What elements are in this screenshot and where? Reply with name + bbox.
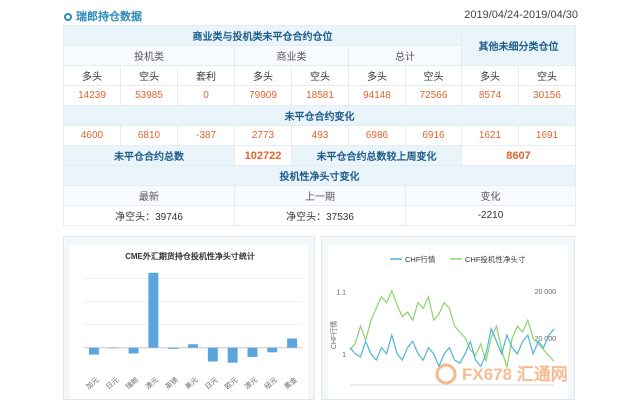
col-label: 空头 [518, 65, 577, 86]
net-col-change: 变化 [404, 185, 577, 206]
value-cell: 4600 [63, 125, 121, 146]
net-previous: 净空头：37536 [234, 205, 406, 226]
value-cell: 72566 [404, 85, 463, 106]
watermark-text: FX678 汇通网 [462, 365, 568, 384]
net-col-previous: 上一期 [234, 185, 406, 206]
net-col-latest: 最新 [63, 185, 235, 206]
col-label: 空头 [291, 65, 349, 86]
x-tick-label: 日元 [105, 376, 121, 391]
line-chart-panel: CHF行情 CHF投机性净头寸 1.1 1 20 000 -20 000 CHF行情 FX67… [321, 236, 575, 400]
positions-row: 14239 53985 0 79909 18581 94148 72566 85… [63, 85, 577, 106]
net-change: -2210 [404, 205, 577, 226]
value-cell: 2773 [234, 125, 292, 146]
bar [148, 272, 159, 348]
x-tick-label: 纽元 [262, 375, 279, 391]
section-title: 瑞郎持仓数据 [64, 8, 142, 24]
y-tick-label: 1 [342, 352, 346, 359]
bar [287, 338, 298, 348]
value-cell: 18581 [291, 85, 349, 106]
group-speculative: 投机类 [63, 45, 235, 66]
x-tick-label: 欧元 [223, 375, 240, 391]
total-value: 102722 [234, 145, 292, 166]
bar [88, 347, 99, 355]
col-label: 空头 [120, 65, 178, 86]
x-tick-label: 日元 [204, 376, 220, 391]
value-cell: 8574 [461, 85, 520, 106]
bar [168, 347, 179, 349]
column-header-row: 多头 空头 套利 多头 空头 多头 空头 多头 空头 [63, 65, 577, 86]
value-cell: 493 [291, 125, 349, 146]
y-tick-label: 1.1 [336, 289, 346, 296]
x-tick-label: 瑞郎 [124, 375, 141, 391]
value-cell: 6810 [120, 125, 178, 146]
col-label: 空头 [404, 65, 463, 86]
bar-chart-panel: CME外汇期货持仓投机性净头寸统计 加元 日元 瑞郎 澳元 英镑 美元 日元 欧元 澳元 纽元 黄金 [63, 236, 315, 400]
value-cell: 14239 [63, 85, 121, 106]
value-cell: 94148 [348, 85, 406, 106]
legend-label: CHF行情 [405, 254, 436, 264]
group-commercial: 商业类 [234, 45, 349, 66]
other-positions-title: 其他未细分类仓位 [461, 25, 577, 66]
value-cell: 6916 [404, 125, 463, 146]
net-title: 投机性净头寸变化 [62, 165, 577, 186]
value-cell: 79909 [234, 85, 292, 106]
value-cell: 0 [177, 85, 235, 106]
watermark-logo-icon [435, 363, 457, 385]
date-range: 2019/04/24-2019/04/30 [464, 9, 578, 21]
circle-icon [64, 13, 72, 21]
value-cell: -387 [177, 125, 235, 146]
bar-chart-title: CME外汇期货持仓投机性净头寸统计 [125, 251, 255, 261]
positions-table: 商业类与投机类未平仓合约仓位 其他未细分类仓位 投机类 商业类 总计 多头 空头… [62, 25, 577, 226]
series-line-net [349, 289, 555, 368]
change-title: 未平仓合约变化 [62, 105, 577, 126]
total-label: 未平仓合约总数 [63, 145, 235, 166]
bar [267, 347, 278, 353]
value-cell: 1621 [461, 125, 520, 146]
net-values-row: 净空头：39746 净空头：37536 -2210 [63, 205, 577, 226]
x-tick-label: 加元 [84, 375, 101, 391]
totals-row: 未平仓合约总数 102722 未平仓合约总数较上周变化 8607 [63, 145, 577, 166]
x-tick-label: 美元 [183, 375, 200, 391]
x-tick-label: 澳元 [144, 375, 161, 391]
value-cell: 30156 [518, 85, 577, 106]
value-cell: 53985 [120, 85, 178, 106]
line-chart: CHF行情 CHF投机性净头寸1.1120 000-20 000CHF行情FX67… [329, 254, 568, 386]
col-label: 多头 [348, 65, 406, 86]
total-change-value: 8607 [461, 145, 577, 166]
x-tick-label: 英镑 [163, 375, 180, 391]
section1-title: 商业类与投机类未平仓合约仓位 [62, 25, 463, 46]
col-label: 套利 [177, 65, 235, 86]
col-label: 多头 [461, 65, 520, 86]
net-latest: 净空头：39746 [63, 205, 235, 226]
section-title-text: 瑞郎持仓数据 [76, 11, 142, 23]
value-cell: 6986 [348, 125, 406, 146]
x-tick-label: 澳元 [243, 375, 260, 391]
page-header: 瑞郎持仓数据 2019/04/24-2019/04/30 [0, 0, 640, 28]
net-header-row: 最新 上一期 变化 [63, 185, 577, 206]
group-total: 总计 [347, 45, 463, 66]
series-line-chf [349, 326, 555, 368]
bar-chart: CME外汇期货持仓投机性净头寸统计加元 日元 瑞郎 澳元 英镑 美元 日元 欧元 澳元 纽元 黄金 [84, 251, 302, 391]
x-tick-label: 黄金 [282, 375, 299, 391]
bar [108, 347, 119, 349]
bar [207, 347, 218, 362]
change-row: 4600 6810 -387 2773 493 6986 6916 1621 1… [63, 125, 577, 146]
legend-label: CHF投机性净头寸 [465, 254, 526, 264]
bar [128, 347, 139, 354]
bar [247, 347, 258, 357]
y-axis-label: CHF行情 [329, 321, 338, 349]
col-label: 多头 [63, 65, 121, 86]
total-change-label: 未平仓合约总数较上周变化 [290, 145, 463, 166]
value-cell: 1691 [518, 125, 577, 146]
bar [188, 344, 198, 348]
y2-tick-label: 20 000 [535, 289, 557, 296]
bar [227, 347, 238, 363]
col-label: 多头 [234, 65, 292, 86]
